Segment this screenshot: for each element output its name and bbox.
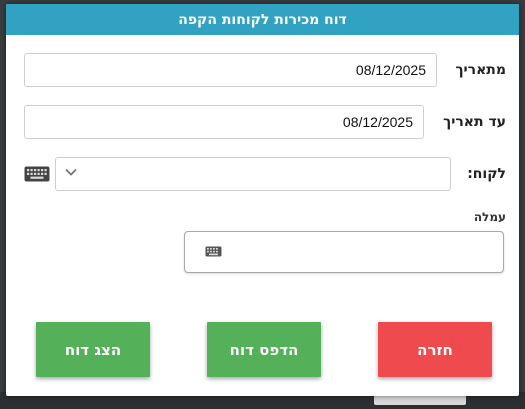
- sales-report-dialog: דוח מכירות לקוחות הקפה 08/12/2025 מתאריך…: [6, 4, 519, 396]
- customer-label: לקוח:: [467, 166, 506, 182]
- print-report-button[interactable]: הדפס דוח: [207, 322, 321, 377]
- commission-label: עמלה: [473, 210, 506, 224]
- dialog-title: דוח מכירות לקוחות הקפה: [6, 4, 519, 35]
- from-date-label: מתאריך: [455, 62, 506, 78]
- back-button[interactable]: חזרה: [378, 322, 492, 377]
- to-date-input[interactable]: 08/12/2025: [24, 105, 424, 139]
- keyboard-icon[interactable]: [205, 246, 222, 257]
- chevron-down-icon[interactable]: [64, 165, 78, 179]
- keyboard-icon[interactable]: [24, 166, 50, 182]
- commission-input[interactable]: [184, 231, 504, 273]
- from-date-input[interactable]: 08/12/2025: [24, 53, 437, 87]
- customer-select[interactable]: [55, 157, 451, 191]
- show-report-button[interactable]: הצג דוח: [36, 322, 150, 377]
- to-date-label: עד תאריך: [443, 114, 506, 130]
